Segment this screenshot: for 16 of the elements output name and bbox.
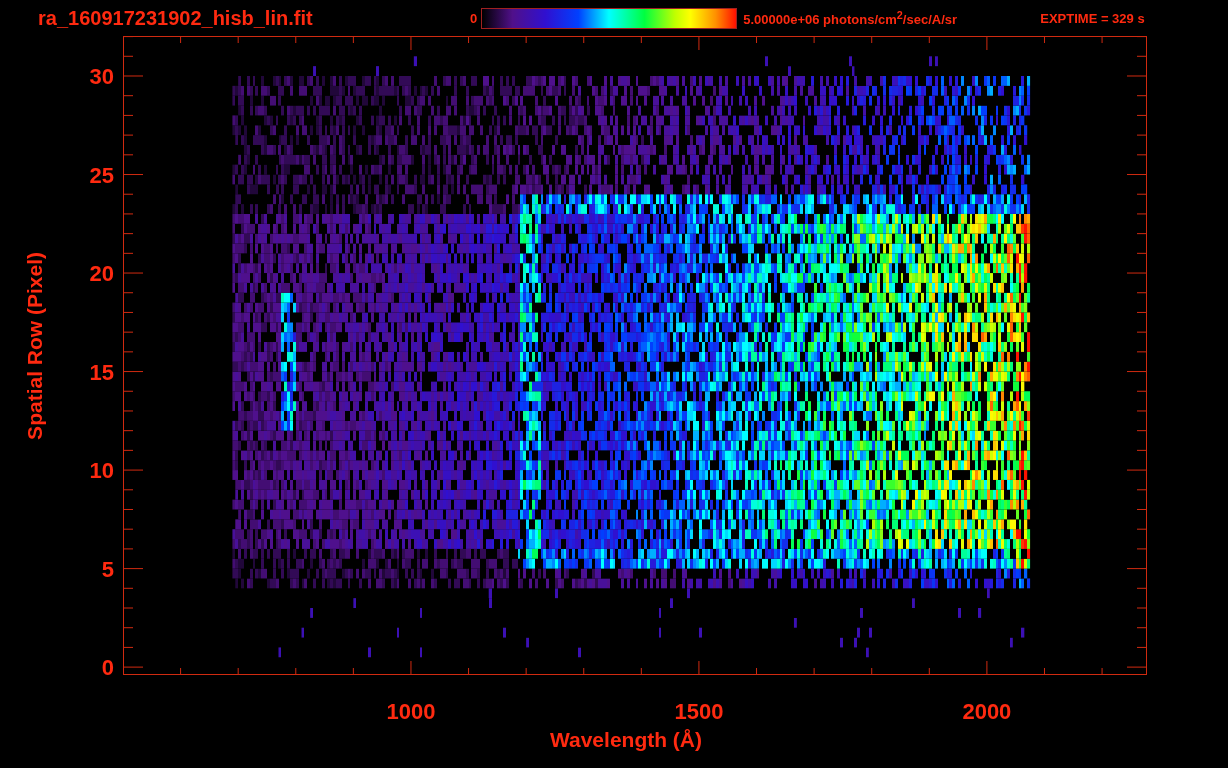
x-tick-label: 1500 bbox=[674, 699, 724, 724]
exposure-label: EXPTIME = 329 s bbox=[1040, 10, 1145, 26]
x-tick-label: 1000 bbox=[386, 699, 436, 724]
colorbar-min-label: 0 bbox=[470, 10, 478, 26]
y-tick-label: 10 bbox=[89, 458, 114, 484]
x-axis-title: Wavelength (Å) bbox=[549, 728, 703, 752]
x-tick-label: 2000 bbox=[962, 699, 1012, 724]
file-title: ra_160917231902_hisb_lin.fit bbox=[38, 6, 314, 30]
colorbar-max-label: 5.00000e+06 photons/cm$^{2}$/sec/A/sr bbox=[743, 8, 959, 28]
y-tick-label: 20 bbox=[89, 261, 114, 287]
y-axis-title: Spatial Row (Pixel) bbox=[23, 252, 47, 440]
y-tick-label: 5 bbox=[101, 556, 114, 582]
y-tick-label: 30 bbox=[89, 64, 114, 89]
y-tick-label: 0 bbox=[101, 655, 114, 681]
y-tick-label: 25 bbox=[89, 162, 114, 188]
y-tick-label: 15 bbox=[89, 359, 114, 385]
